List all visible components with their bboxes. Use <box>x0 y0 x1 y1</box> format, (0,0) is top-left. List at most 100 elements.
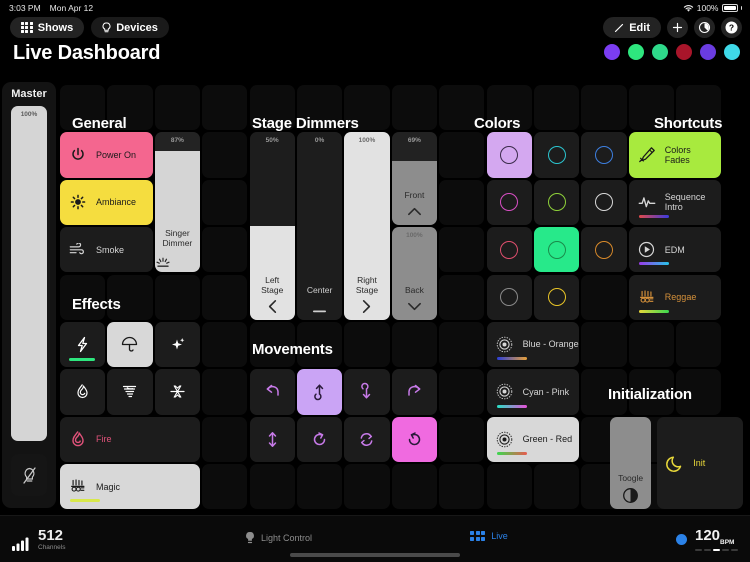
color-dot-2[interactable] <box>652 44 668 60</box>
color-swatch-lime[interactable] <box>534 179 580 225</box>
wifi-icon <box>683 4 694 13</box>
section-title-shortcuts: Shortcuts <box>654 115 723 132</box>
status-date: Mon Apr 12 <box>49 3 94 13</box>
fader-percent: 100% <box>358 137 376 145</box>
light-control-tab[interactable]: Light Control <box>245 531 312 545</box>
movement-button-4[interactable] <box>249 416 295 462</box>
bpm-value: 120BPM <box>695 527 735 546</box>
movement-button-1[interactable] <box>297 369 343 415</box>
master-title: Master <box>11 88 47 100</box>
stage-dimmer-left[interactable]: 50% Left Stage <box>249 132 295 320</box>
section-title-initialization: Initialization <box>608 386 692 403</box>
arrow-down-curve-icon <box>357 382 376 401</box>
shortcut-button-0[interactable]: Colors Fades <box>628 132 722 178</box>
color-ring <box>594 240 613 259</box>
shortcut-button-2[interactable]: EDM <box>628 227 722 273</box>
effect-magic-button[interactable]: Magic <box>60 464 200 510</box>
grid-cell <box>202 85 248 131</box>
grid-cell <box>439 322 485 368</box>
color-dot-3[interactable] <box>676 44 692 60</box>
grid-cell <box>202 227 248 273</box>
grid-cell <box>391 322 437 368</box>
edit-button[interactable]: Edit <box>603 17 661 38</box>
master-fader[interactable]: 100% <box>11 106 47 441</box>
movement-button-0[interactable] <box>249 369 295 415</box>
master-fader-fill <box>11 106 47 441</box>
arrow-up-curve-icon <box>310 382 329 401</box>
stage-dimmer-back[interactable]: 100% Back <box>391 227 437 320</box>
shortcut-button-1[interactable]: Sequence Intro <box>628 179 722 225</box>
grid-cell <box>581 274 627 320</box>
movement-button-3[interactable] <box>391 369 437 415</box>
stage-dimmer-front[interactable]: 69% Front <box>391 132 437 225</box>
effect-button-0[interactable] <box>60 322 106 368</box>
grid-cell <box>486 464 532 510</box>
live-tab[interactable]: Live <box>470 531 508 541</box>
blackout-button[interactable] <box>11 454 47 496</box>
movement-button-2[interactable] <box>344 369 390 415</box>
color-swatch-grey[interactable] <box>486 274 532 320</box>
color-ring <box>547 193 566 212</box>
general-button-0[interactable]: Power On <box>60 132 153 178</box>
color-swatch-orange[interactable] <box>581 227 627 273</box>
color-dot-5[interactable] <box>724 44 740 60</box>
fader-label: Singer Dimmer <box>162 227 193 248</box>
target-icon <box>487 383 523 400</box>
movement-button-6[interactable] <box>344 416 390 462</box>
dash-icon <box>297 308 342 315</box>
add-button[interactable] <box>667 17 688 38</box>
movement-button-5[interactable] <box>297 416 343 462</box>
bpm-control[interactable]: 120BPM <box>676 528 738 551</box>
live-label: Live <box>491 531 508 541</box>
shortcut-button-3[interactable]: Reggae <box>628 274 722 320</box>
color-swatch-green[interactable] <box>534 227 580 273</box>
master-percent: 100% <box>20 111 38 118</box>
chevron-right-icon <box>344 298 389 315</box>
color-preset-1[interactable]: Cyan - Pink <box>486 369 580 415</box>
timer-button[interactable] <box>694 17 715 38</box>
effect-button-4[interactable] <box>107 369 153 415</box>
toggle-fader[interactable]: Toogle <box>609 416 652 510</box>
color-preset-2[interactable]: Green - Red <box>486 416 580 462</box>
color-swatch-rose[interactable] <box>486 227 532 273</box>
effect-button-3[interactable] <box>60 369 106 415</box>
color-swatch-white[interactable] <box>581 179 627 225</box>
color-swatch-magenta[interactable] <box>486 179 532 225</box>
question-icon: ? <box>725 21 738 34</box>
color-dot-1[interactable] <box>628 44 644 60</box>
effect-fire-button[interactable]: Fire <box>60 416 200 462</box>
color-swatch-blue[interactable] <box>581 132 627 178</box>
color-dot-0[interactable] <box>604 44 620 60</box>
stage-dimmer-right[interactable]: 100% Right Stage <box>344 132 390 320</box>
movement-button-7[interactable] <box>391 416 437 462</box>
button-label: Ambiance <box>96 197 137 208</box>
gradient-bar <box>638 309 669 313</box>
color-dot-4[interactable] <box>700 44 716 60</box>
general-button-1[interactable]: Ambiance <box>60 179 153 225</box>
singer-dimmer-fader[interactable]: 87% Singer Dimmer <box>154 132 200 273</box>
fader-percent: 50% <box>265 137 279 145</box>
grid-cell <box>439 227 485 273</box>
grid-cell <box>249 464 295 510</box>
color-preset-0[interactable]: Blue - Orange <box>486 322 580 368</box>
bpm-unit: BPM <box>720 539 735 546</box>
init-button[interactable]: Init <box>657 416 744 510</box>
grid-cell <box>202 322 248 368</box>
color-swatch-purple[interactable] <box>486 132 532 178</box>
contrast-icon <box>610 487 652 504</box>
tornado-icon <box>121 383 138 400</box>
shows-button[interactable]: Shows <box>10 17 85 38</box>
effect-button-2[interactable] <box>154 322 200 368</box>
effect-button-5[interactable] <box>154 369 200 415</box>
stage-dimmer-center[interactable]: 0% Center <box>297 132 343 320</box>
effect-button-1[interactable] <box>107 322 153 368</box>
sun-icon <box>60 194 96 210</box>
color-dot-row[interactable] <box>604 44 740 60</box>
grid-cell <box>344 322 390 368</box>
section-title-general: General <box>72 115 127 132</box>
color-swatch-yellow[interactable] <box>534 274 580 320</box>
help-button[interactable]: ? <box>721 17 742 38</box>
color-swatch-cyan[interactable] <box>534 132 580 178</box>
devices-button[interactable]: Devices <box>91 17 169 38</box>
general-button-2[interactable]: Smoke <box>60 227 153 273</box>
